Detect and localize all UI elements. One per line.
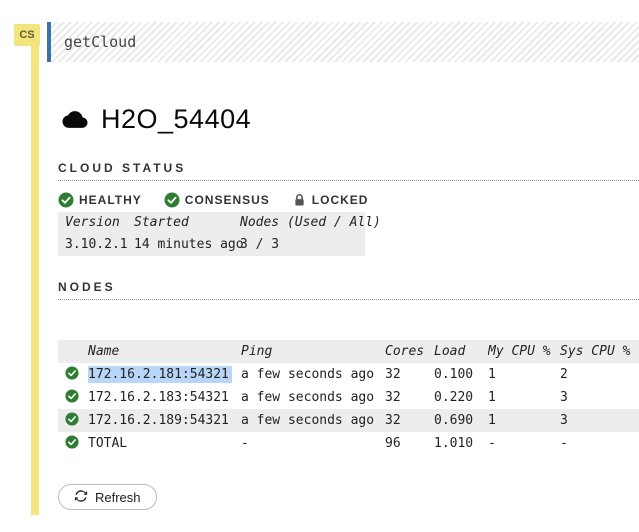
check-circle-icon (65, 412, 79, 426)
node-my-cpu-cell: - (488, 432, 560, 455)
node-load-cell: 0.220 (434, 386, 488, 409)
nodes-table: Name Ping Cores Load My CPU % Sys CPU % … (58, 340, 639, 455)
node-name-cell: TOTAL (88, 432, 241, 455)
version-header: Version (58, 212, 127, 234)
cloud-status-badges: HEALTHY CONSENSUS LOCKED (58, 190, 639, 209)
node-status-cell (58, 363, 88, 386)
node-status-cell (58, 386, 88, 409)
refresh-label: Refresh (95, 490, 141, 505)
node-name-cell[interactable]: 172.16.2.189:54321 (88, 409, 241, 432)
node-status-cell (58, 432, 88, 455)
node-sys-cpu-cell: 2 (560, 363, 639, 386)
node-ping-cell: a few seconds ago (241, 409, 385, 432)
check-circle-icon (164, 192, 180, 208)
started-header: Started (127, 212, 233, 234)
node-cores-cell: 32 (385, 386, 434, 409)
node-my-cpu-cell: 1 (488, 409, 560, 432)
status-badge-locked: LOCKED (292, 192, 369, 208)
name-column-header: Name (88, 340, 241, 363)
node-load-cell: 1.010 (434, 432, 488, 455)
node-sys-cpu-cell: - (560, 432, 639, 455)
node-load-cell: 0.100 (434, 363, 488, 386)
nodes-table-body: 172.16.2.181:54321 a few seconds ago 32 … (58, 363, 639, 455)
node-name-cell[interactable]: 172.16.2.181:54321 (88, 363, 241, 386)
version-value: 3.10.2.1 (58, 234, 127, 256)
status-column-header (58, 340, 88, 363)
node-row[interactable]: 172.16.2.181:54321 a few seconds ago 32 … (58, 363, 639, 386)
load-column-header: Load (434, 340, 488, 363)
node-cores-cell: 32 (385, 409, 434, 432)
node-row[interactable]: 172.16.2.183:54321 a few seconds ago 32 … (58, 386, 639, 409)
active-cell-indicator (31, 46, 39, 515)
cell-type-flag[interactable]: CS (14, 24, 40, 46)
nodes-used-all-header: Nodes (Used / All) (233, 212, 365, 234)
ping-column-header: Ping (241, 340, 385, 363)
node-cores-cell: 32 (385, 363, 434, 386)
status-badge-healthy: HEALTHY (58, 192, 142, 208)
selected-text: 172.16.2.181:54321 (88, 366, 232, 383)
check-circle-icon (58, 192, 74, 208)
nodes-table-header: Name Ping Cores Load My CPU % Sys CPU % (58, 340, 639, 363)
cloud-icon (58, 107, 92, 132)
node-row[interactable]: 172.16.2.189:54321 a few seconds ago 32 … (58, 409, 639, 432)
check-circle-icon (65, 366, 79, 380)
consensus-label: CONSENSUS (185, 193, 270, 207)
node-ping-cell: - (241, 432, 385, 455)
cloud-title-row: H2O_54404 (58, 104, 639, 135)
nodes-used-all-value: 3 / 3 (233, 234, 365, 256)
node-sys-cpu-cell: 3 (560, 386, 639, 409)
cloud-status-table-header: Version Started Nodes (Used / All) (58, 212, 365, 234)
started-value: 14 minutes ago (127, 234, 233, 256)
node-my-cpu-cell: 1 (488, 386, 560, 409)
status-badge-consensus: CONSENSUS (164, 192, 270, 208)
lock-icon (292, 192, 307, 208)
node-ping-cell: a few seconds ago (241, 363, 385, 386)
node-my-cpu-cell: 1 (488, 363, 560, 386)
node-ping-cell: a few seconds ago (241, 386, 385, 409)
cloud-name-title: H2O_54404 (101, 104, 251, 135)
total-row: TOTAL - 96 1.010 - - (58, 432, 639, 455)
node-load-cell: 0.690 (434, 409, 488, 432)
sys-cpu-column-header: Sys CPU % (560, 340, 639, 363)
check-circle-icon (65, 389, 79, 403)
cloud-status-table: Version Started Nodes (Used / All) 3.10.… (58, 212, 365, 256)
locked-label: LOCKED (312, 193, 369, 207)
my-cpu-column-header: My CPU % (488, 340, 560, 363)
refresh-icon (74, 489, 88, 506)
cloud-status-heading: CLOUD STATUS (58, 161, 639, 181)
healthy-label: HEALTHY (79, 193, 142, 207)
nodes-heading: NODES (58, 280, 639, 300)
cores-column-header: Cores (385, 340, 434, 363)
cell-output: H2O_54404 CLOUD STATUS HEALTHY CONSENSUS (58, 62, 639, 510)
node-name-cell[interactable]: 172.16.2.183:54321 (88, 386, 241, 409)
check-circle-icon (65, 435, 79, 449)
cell-input-text: getCloud (64, 33, 136, 51)
cloud-status-table-row: 3.10.2.1 14 minutes ago 3 / 3 (58, 234, 365, 256)
node-status-cell (58, 409, 88, 432)
refresh-button[interactable]: Refresh (58, 484, 157, 510)
node-cores-cell: 96 (385, 432, 434, 455)
node-sys-cpu-cell: 3 (560, 409, 639, 432)
cell-input[interactable]: getCloud (47, 22, 639, 62)
